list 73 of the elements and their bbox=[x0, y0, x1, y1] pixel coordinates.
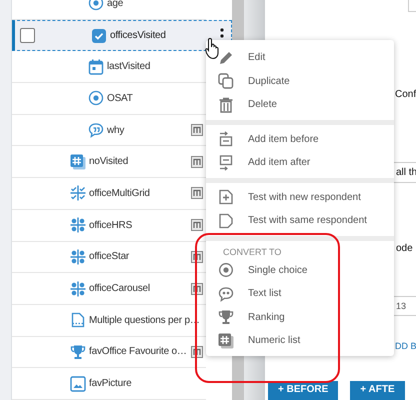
add-button[interactable]: + AFTE bbox=[350, 381, 405, 400]
tree-item[interactable]: why bbox=[12, 114, 206, 146]
item-label: officesVisited bbox=[110, 30, 166, 42]
hash-icon bbox=[218, 332, 234, 349]
trash-icon bbox=[218, 96, 234, 113]
grid-check-icon bbox=[70, 185, 86, 202]
tree-item[interactable]: officeMultiGrid bbox=[12, 178, 206, 210]
radio-icon bbox=[88, 90, 104, 106]
insert-above-icon bbox=[218, 131, 234, 148]
menu-item-label: Add item before bbox=[248, 134, 319, 145]
speech-bubble-icon bbox=[218, 286, 234, 302]
item-label: noVisited bbox=[89, 156, 128, 168]
checkbox[interactable] bbox=[20, 28, 35, 44]
item-label: why bbox=[107, 124, 124, 136]
grid-dots-icon bbox=[70, 248, 86, 265]
partial-link[interactable]: DD B bbox=[395, 341, 416, 351]
menu-item-label: Ranking bbox=[248, 312, 285, 323]
item-label: OSAT bbox=[107, 92, 133, 104]
pencil-icon bbox=[218, 50, 234, 66]
radio-icon bbox=[218, 262, 234, 278]
trophy-icon bbox=[218, 309, 234, 326]
menu-item[interactable]: Duplicate bbox=[206, 70, 394, 93]
item-label: officeHRS bbox=[89, 220, 132, 231]
menu-item-label: Numeric list bbox=[248, 335, 300, 346]
menu-item[interactable]: Ranking bbox=[206, 306, 394, 329]
checkbox-icon bbox=[91, 28, 107, 44]
image-icon bbox=[70, 376, 86, 392]
menu-item[interactable]: Single choice bbox=[206, 258, 394, 282]
partial-text: ode bbox=[396, 243, 413, 254]
add-button[interactable]: + BEFORE bbox=[268, 381, 338, 400]
menu-item-label: Single choice bbox=[248, 264, 308, 276]
menu-item-label: Edit bbox=[248, 52, 266, 64]
tree-item[interactable]: favOffice Favourite o… bbox=[12, 336, 206, 368]
page-icon bbox=[70, 312, 86, 328]
tree-item[interactable]: officeStar bbox=[12, 242, 206, 274]
trophy-icon bbox=[70, 344, 86, 360]
menu-item[interactable]: Add item before bbox=[206, 128, 394, 151]
speech-bubble-icon bbox=[88, 122, 104, 138]
menu-item[interactable]: Text list bbox=[206, 282, 394, 306]
page-plus-icon bbox=[218, 189, 234, 206]
menu-item[interactable]: Test with same respondent bbox=[206, 209, 394, 232]
tree-item[interactable]: officeHRS bbox=[12, 210, 206, 242]
insert-below-icon bbox=[218, 154, 234, 171]
menu-item-label: Text list bbox=[248, 288, 282, 300]
item-label: favPicture bbox=[89, 378, 132, 390]
menu-heading: CONVERT TO bbox=[222, 246, 282, 258]
tree-item[interactable]: officeCarousel bbox=[12, 273, 206, 305]
tree-item[interactable]: noVisited bbox=[12, 146, 206, 178]
item-label: age bbox=[107, 0, 124, 9]
tree-item[interactable]: favPicture bbox=[12, 368, 206, 400]
item-label: officeStar bbox=[89, 251, 130, 262]
menu-item-label: Test with new respondent bbox=[248, 192, 361, 203]
radio-icon bbox=[88, 0, 104, 12]
item-label: officeCarousel bbox=[89, 283, 150, 294]
menu-item[interactable]: Delete bbox=[206, 93, 394, 116]
grid-dots-icon bbox=[70, 217, 86, 234]
partial-text: Conf bbox=[395, 89, 416, 100]
calendar-icon bbox=[88, 58, 104, 75]
menu-item[interactable]: Add item after bbox=[206, 151, 394, 174]
hash-icon bbox=[70, 154, 86, 170]
menu-item[interactable]: Numeric list bbox=[206, 329, 394, 352]
tree-item[interactable]: officesVisited bbox=[12, 20, 232, 52]
copy-icon bbox=[218, 73, 234, 90]
menu-item-label: Duplicate bbox=[248, 76, 290, 87]
grid-dots-icon bbox=[70, 280, 86, 297]
menu-item-label: Add item after bbox=[248, 157, 310, 168]
menu-item-label: Delete bbox=[248, 99, 277, 110]
item-label: officeMultiGrid bbox=[89, 188, 150, 199]
menu-item-label: Test with same respondent bbox=[248, 215, 367, 226]
page-arrow-icon bbox=[218, 212, 234, 229]
item-label: favOffice Favourite o… bbox=[89, 346, 187, 358]
item-label: lastVisited bbox=[107, 61, 150, 72]
menu-item[interactable]: Test with new respondent bbox=[206, 186, 394, 209]
